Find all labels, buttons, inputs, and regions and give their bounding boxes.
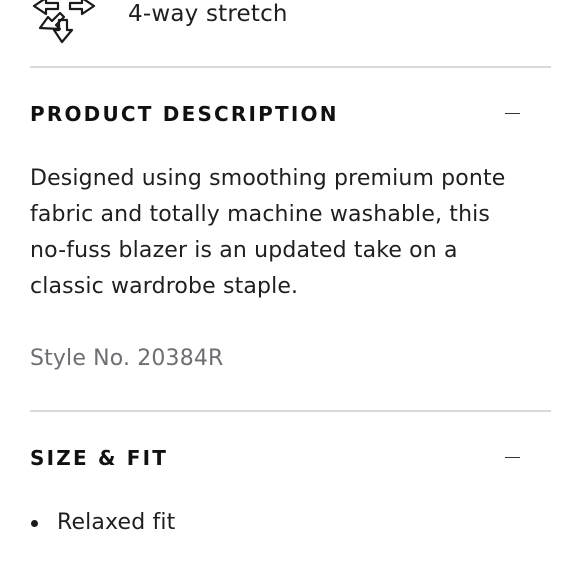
feature-stretch: 4-way stretch <box>0 0 580 66</box>
list-item: Relaxed fit <box>30 507 175 539</box>
minus-icon <box>505 457 520 458</box>
size-fit-header[interactable]: SIZE & FIT <box>30 443 551 473</box>
collapse-toggle[interactable] <box>499 99 525 129</box>
size-fit-list: Relaxed fit <box>30 507 175 539</box>
collapse-toggle[interactable] <box>499 443 525 473</box>
product-description-text: Designed using smoothing premium ponte f… <box>30 166 506 299</box>
product-description-header[interactable]: PRODUCT DESCRIPTION <box>30 99 551 129</box>
four-way-stretch-arrows-icon <box>28 0 100 44</box>
feature-label: 4-way stretch <box>128 1 288 27</box>
bullet-icon <box>31 520 38 527</box>
style-number: Style No. 20384R <box>30 346 224 371</box>
section-divider <box>30 66 551 68</box>
section-title: PRODUCT DESCRIPTION <box>30 102 339 126</box>
section-title: SIZE & FIT <box>30 446 169 470</box>
list-item-text: Relaxed fit <box>57 510 176 535</box>
section-divider <box>30 410 551 412</box>
minus-icon <box>505 113 520 114</box>
